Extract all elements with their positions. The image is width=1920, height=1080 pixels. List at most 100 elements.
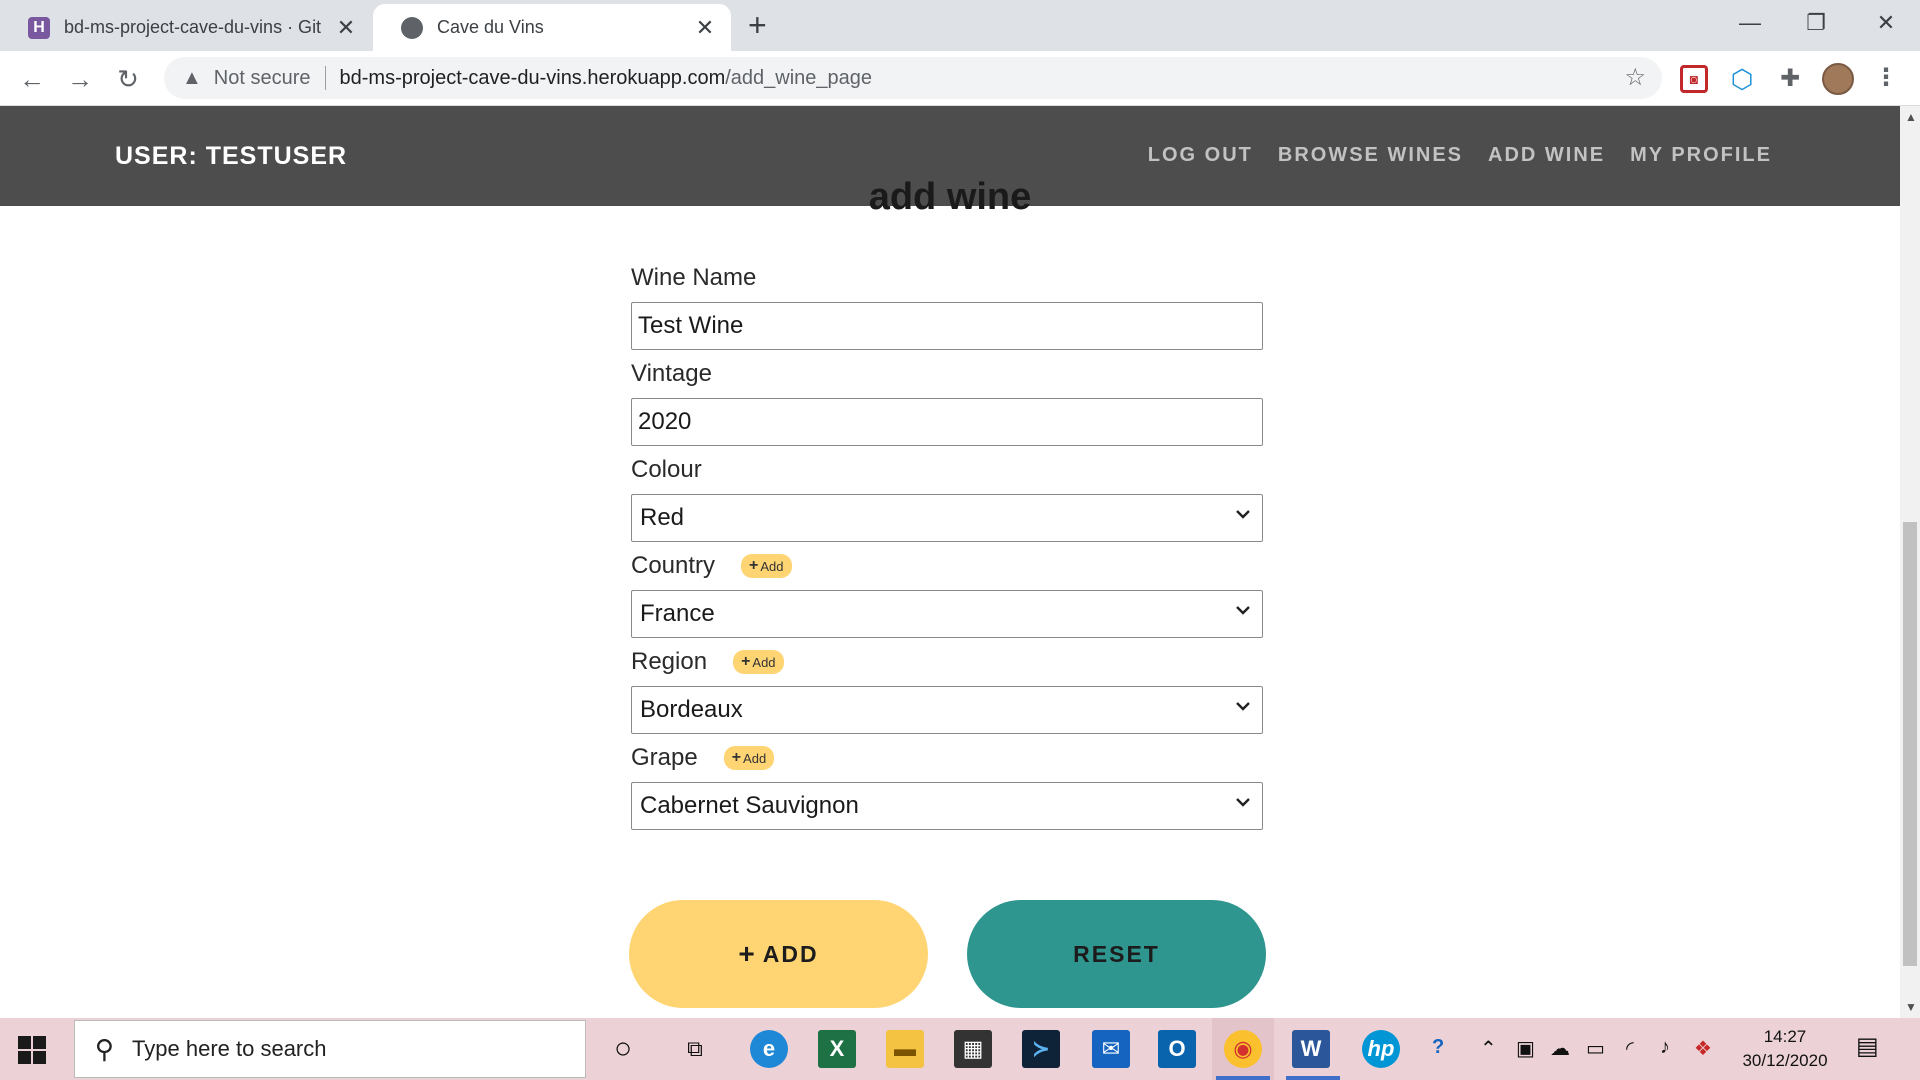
heroku-icon: H [28,16,50,39]
close-window-icon[interactable]: ✕ [1856,6,1916,40]
browser-tab-cave-du-vins[interactable]: Cave du Vins ✕ [373,4,731,51]
colour-select[interactable]: Red [631,494,1263,542]
plus-icon: + [741,653,751,670]
close-tab-icon[interactable]: ✕ [693,15,717,41]
chevron-down-icon [1236,606,1250,615]
region-select[interactable]: Bordeaux [631,686,1263,734]
vintage-input[interactable]: 2020 [631,398,1263,446]
country-label-text: Country [631,552,716,579]
country-value: France [640,600,715,627]
show-hidden-icons-chevron-icon[interactable]: ⌃ [1480,1036,1497,1061]
add-grape-label: Add [743,750,767,766]
new-tab-button[interactable]: + [748,9,767,41]
task-view-icon[interactable]: ⧉ [676,1030,714,1068]
restore-window-icon[interactable]: ❐ [1786,6,1846,40]
wine-name-value: Test Wine [638,312,744,339]
wifi-icon[interactable]: ◜ [1626,1036,1634,1061]
visual-studio-icon[interactable]: ≻ [1022,1030,1060,1068]
vintage-value: 2020 [638,408,692,435]
action-center-notification-icon[interactable]: ▤ [1856,1032,1879,1061]
mail-icon[interactable]: ✉ [1092,1030,1130,1068]
word-icon[interactable]: W [1292,1030,1330,1068]
forward-arrow-icon[interactable]: → [60,59,100,99]
add-grape-button[interactable]: + Add [723,746,775,770]
nav-my-profile[interactable]: MY PROFILE [1630,144,1772,167]
grape-select[interactable]: Cabernet Sauvignon [631,782,1263,830]
reload-icon[interactable]: ↻ [108,59,148,99]
nav-add-wine[interactable]: ADD WINE [1488,144,1605,167]
site-brand[interactable]: USER: TESTUSER [115,142,347,171]
vintage-label: Vintage [631,350,1263,398]
browser-toolbar: ← → ↻ ▲ Not secure bd-ms-project-cave-du… [0,51,1920,106]
colour-value: Red [640,504,685,531]
chevron-down-icon [1236,510,1250,519]
region-label-text: Region [631,648,708,675]
close-tab-icon[interactable]: ✕ [334,15,358,41]
colour-label: Colour [631,446,1263,494]
scroll-down-arrow-icon[interactable]: ▼ [1905,1000,1917,1014]
chrome-running-indicator [1216,1076,1270,1080]
add-wine-submit-button[interactable]: + ADD [629,900,928,1008]
hexagon-extension-icon[interactable]: ⬡ [1728,65,1756,93]
colour-label-text: Colour [631,456,702,483]
country-select[interactable]: France [631,590,1263,638]
extensions-puzzle-icon[interactable]: ✚ [1776,65,1804,93]
volume-icon[interactable]: ♪ [1660,1036,1670,1059]
page-scrollbar[interactable]: ▲ ▼ [1900,106,1920,1018]
browser-menu-icon[interactable]: ⋮ [1874,63,1898,92]
add-region-label: Add [752,654,776,670]
browser-tab-github[interactable]: H bd-ms-project-cave-du-vins · Git ✕ [0,4,372,51]
back-arrow-icon[interactable]: ← [12,59,52,99]
add-country-button[interactable]: + Add [741,554,792,578]
vintage-label-text: Vintage [631,360,712,387]
minimize-window-icon[interactable]: — [1720,6,1780,40]
url-host: bd-ms-project-cave-du-vins.herokuapp.com [339,66,726,89]
word-running-indicator [1286,1076,1340,1080]
wine-name-label: Wine Name [631,254,1263,302]
reset-button[interactable]: RESET [967,900,1266,1008]
outlook-icon[interactable]: O [1158,1030,1196,1068]
microsoft-store-icon[interactable]: ▦ [954,1030,992,1068]
region-value: Bordeaux [640,696,743,723]
nav-log-out[interactable]: LOG OUT [1148,144,1253,167]
file-explorer-icon[interactable]: ▬ [886,1030,924,1068]
dropbox-icon[interactable]: ❖ [1694,1036,1712,1061]
add-country-label: Add [760,558,784,574]
bookmark-star-icon[interactable]: ☆ [1624,63,1646,92]
taskbar-search-placeholder: Type here to search [132,1036,327,1061]
profile-avatar[interactable] [1822,63,1854,95]
plus-icon: + [738,938,757,969]
windows-start-icon[interactable] [18,1036,46,1064]
address-bar[interactable]: ▲ Not secure bd-ms-project-cave-du-vins.… [164,57,1662,99]
battery-icon[interactable]: ▭ [1586,1036,1605,1061]
chrome-icon[interactable]: ◉ [1224,1030,1262,1068]
url-text: bd-ms-project-cave-du-vins.herokuapp.com… [340,67,873,90]
edge-browser-icon[interactable]: e [750,1030,788,1068]
warning-icon: ▲ [182,66,202,89]
scroll-up-arrow-icon[interactable]: ▲ [1905,110,1917,124]
nav-browse-wines[interactable]: BROWSE WINES [1278,144,1463,167]
cortana-icon[interactable]: ○ [604,1030,642,1068]
scrollbar-thumb[interactable] [1903,522,1917,966]
tab-title: Cave du Vins [437,17,544,37]
excel-icon[interactable]: X [818,1030,856,1068]
add-wine-form: Wine Name Test Wine Vintage 2020 Colour … [631,254,1263,830]
clock-time: 14:27 [1763,1027,1807,1046]
meet-now-icon[interactable]: ▣ [1516,1036,1535,1061]
plus-icon: + [749,557,759,574]
taskbar-clock[interactable]: 14:27 30/12/2020 [1730,1025,1840,1073]
wine-name-input[interactable]: Test Wine [631,302,1263,350]
page-viewport: USER: TESTUSER LOG OUT BROWSE WINES ADD … [0,106,1900,1018]
windows-taskbar: ⚲ Type here to search ○ ⧉ e X ▬ ▦ ≻ ✉ O … [0,1018,1920,1080]
globe-icon [401,16,423,39]
tab-title: bd-ms-project-cave-du-vins · Git [64,17,322,37]
add-region-button[interactable]: + Add [733,650,784,674]
taskbar-search-box[interactable]: ⚲ Type here to search [74,1020,586,1078]
browser-tab-strip: H bd-ms-project-cave-du-vins · Git ✕ Cav… [0,0,1920,51]
onedrive-cloud-icon[interactable]: ☁ [1550,1036,1570,1061]
hp-icon[interactable]: hp [1362,1030,1400,1068]
site-nav-links: LOG OUT BROWSE WINES ADD WINE MY PROFILE [1148,144,1772,167]
country-label: Country + Add [631,542,1263,590]
help-icon[interactable]: ? [1432,1036,1444,1059]
pocket-extension-icon[interactable]: ◙ [1680,65,1708,93]
